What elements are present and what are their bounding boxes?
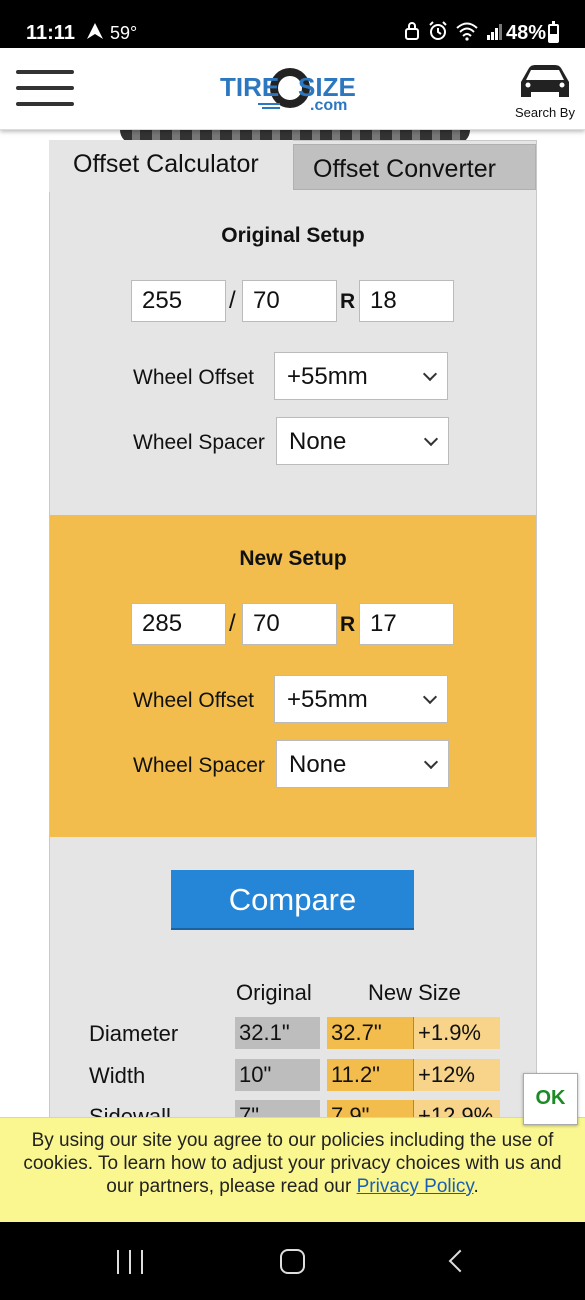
original-offset-select[interactable]: +55mm [274, 352, 448, 400]
original-spacer-label: Wheel Spacer [133, 431, 265, 454]
status-temperature: 59° [110, 23, 138, 43]
original-rim-input[interactable]: 18 [359, 280, 454, 322]
home-icon[interactable] [280, 1249, 305, 1274]
status-bar: 11:11 59° 48% [0, 0, 585, 48]
svg-text:TIRE: TIRE [220, 72, 279, 102]
new-width-input[interactable]: 285 [131, 603, 226, 645]
status-icons [404, 21, 504, 41]
chevron-down-icon [423, 754, 439, 770]
cookie-text-end: . [473, 1176, 479, 1197]
search-by-label: Search By [515, 105, 575, 120]
result-diff-width: +12% [414, 1059, 500, 1091]
size-separator: / [229, 610, 236, 637]
original-spacer-value: None [289, 428, 347, 455]
new-spacer-value: None [289, 751, 347, 778]
battery-percent: 48% [506, 22, 547, 44]
compare-button[interactable]: Compare [171, 870, 414, 930]
results-header-original: Original [236, 980, 312, 1005]
original-offset-value: +55mm [287, 363, 368, 390]
svg-text:.com: .com [310, 97, 347, 114]
battery-icon [548, 21, 559, 43]
privacy-policy-link[interactable]: Privacy Policy [357, 1176, 474, 1197]
cookie-text: By using our site you agree to our polic… [23, 1130, 562, 1197]
new-offset-select[interactable]: +55mm [274, 675, 448, 723]
result-new-diameter: 32.7" [327, 1017, 414, 1049]
car-icon [521, 65, 569, 97]
new-offset-label: Wheel Offset [133, 689, 254, 712]
chevron-down-icon [422, 689, 438, 705]
new-offset-value: +55mm [287, 686, 368, 713]
size-separator: / [229, 287, 236, 314]
original-spacer-select[interactable]: None [276, 417, 449, 465]
chevron-down-icon [423, 431, 439, 447]
tab-offset-converter[interactable]: Offset Converter [293, 144, 536, 190]
new-rim-input[interactable]: 17 [359, 603, 454, 645]
new-spacer-select[interactable]: None [276, 740, 449, 788]
cookie-banner: By using our site you agree to our polic… [0, 1117, 585, 1222]
recent-apps-icon[interactable] [117, 1250, 143, 1274]
new-spacer-label: Wheel Spacer [133, 754, 265, 777]
tab-offset-calculator[interactable]: Offset Calculator [49, 140, 293, 192]
system-nav-bar [0, 1222, 585, 1300]
lock-icon [405, 22, 419, 40]
alarm-icon [429, 21, 447, 40]
cookie-ok-button[interactable]: OK [523, 1073, 578, 1125]
original-width-input[interactable]: 255 [131, 280, 226, 322]
search-by-button[interactable]: Search By [510, 62, 580, 122]
rim-separator: R [340, 290, 356, 313]
result-original-diameter: 32.1" [235, 1017, 320, 1049]
chevron-down-icon [422, 366, 438, 382]
navigation-arrow-icon [86, 22, 104, 45]
rim-separator: R [340, 613, 356, 636]
original-aspect-input[interactable]: 70 [242, 280, 337, 322]
wifi-icon [456, 22, 478, 41]
result-new-width: 11.2" [327, 1059, 414, 1091]
result-diff-diameter: +1.9% [414, 1017, 500, 1049]
site-header: TIRE SIZE .com Search By [0, 48, 585, 130]
original-setup-title: Original Setup [221, 224, 365, 247]
signal-icon [487, 24, 502, 40]
results-header-new-size: New Size [368, 980, 461, 1005]
result-original-width: 10" [235, 1059, 320, 1091]
menu-icon[interactable] [16, 70, 74, 108]
result-label-width: Width [89, 1063, 146, 1088]
back-icon[interactable] [448, 1249, 472, 1273]
original-offset-label: Wheel Offset [133, 366, 254, 389]
tiresize-logo[interactable]: TIRE SIZE .com [218, 66, 368, 116]
result-label-diameter: Diameter [89, 1021, 179, 1046]
new-aspect-input[interactable]: 70 [242, 603, 337, 645]
new-setup-title: New Setup [239, 547, 347, 570]
status-time: 11:11 [26, 22, 75, 44]
